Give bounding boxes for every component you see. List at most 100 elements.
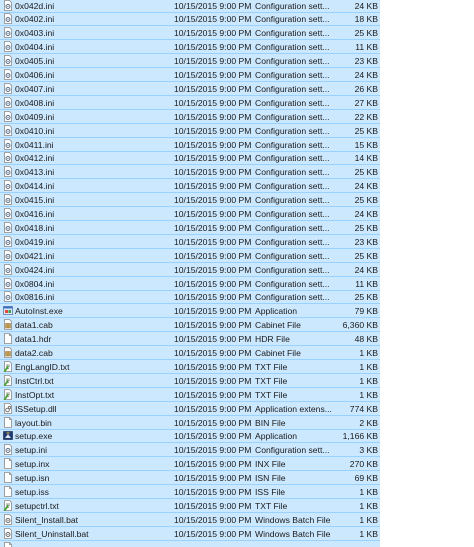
date-modified: 10/15/2015 9:00 PM xyxy=(174,348,252,358)
file-type: Configuration sett... xyxy=(255,209,330,219)
file-name: InstOpt.txt xyxy=(15,389,55,400)
file-row[interactable]: setup.exe 10/15/2015 9:00 PM Application 1,… xyxy=(0,430,382,444)
file-name: ISSetup.dll xyxy=(15,403,57,414)
file-size: 14 KB xyxy=(354,153,378,164)
file-type: Cabinet File xyxy=(255,348,301,358)
date-modified: 10/15/2015 9:00 PM xyxy=(174,167,252,178)
date-modified: 10/15/2015 9:00 PM xyxy=(174,83,252,94)
file-row[interactable]: setup.isn 10/15/2015 9:00 PM ISN File 69 KB xyxy=(0,472,382,486)
date-modified: 10/15/2015 9:00 PM xyxy=(174,264,252,275)
txt-file-icon xyxy=(3,360,13,374)
ini-settings-icon xyxy=(3,208,13,221)
file-row[interactable]: 0x0816.ini 10/15/2015 9:00 PM Configuratio… xyxy=(0,291,382,305)
file-type: Configuration sett... xyxy=(255,0,330,11)
file-row[interactable]: data1.hdr 10/15/2015 9:00 PM HDR File 48 KB xyxy=(0,333,382,347)
file-row[interactable]: layout.bin 10/15/2015 9:00 PM BIN File 2 KB xyxy=(0,416,382,430)
file-size: 24 KB xyxy=(354,264,378,275)
file-row[interactable]: 0x0405.ini 10/15/2015 9:00 PM Configuratio… xyxy=(0,55,382,69)
file-row[interactable]: InstOpt.txt 10/15/2015 9:00 PM TXT File 1 K… xyxy=(0,388,382,402)
file-type: Configuration sett... xyxy=(255,264,330,275)
file-size: 23 KB xyxy=(354,236,378,247)
file-row[interactable]: setup.inx 10/15/2015 9:00 PM INX File 270 K… xyxy=(0,458,382,472)
file-row[interactable]: 0x0410.ini 10/15/2015 9:00 PM Configuratio… xyxy=(0,124,382,138)
file-row[interactable]: 0x0414.ini 10/15/2015 9:00 PM Configuratio… xyxy=(0,180,382,194)
file-type: Configuration sett... xyxy=(255,445,330,456)
ini-settings-icon xyxy=(3,13,13,26)
file-row[interactable]: setup.ini 10/15/2015 9:00 PM Configuration… xyxy=(0,444,382,458)
date-modified: 10/15/2015 9:00 PM xyxy=(174,28,252,39)
file-type: Configuration sett... xyxy=(255,139,330,150)
blank-file-icon xyxy=(3,486,13,499)
file-type: Configuration sett... xyxy=(255,14,330,25)
file-row[interactable]: 0x0412.ini 10/15/2015 9:00 PM Configuratio… xyxy=(0,152,382,166)
date-modified: 10/15/2015 9:00 PM xyxy=(174,14,252,25)
blank-file-icon xyxy=(3,333,13,346)
file-row[interactable]: 0x0413.ini 10/15/2015 9:00 PM Configuratio… xyxy=(0,166,382,180)
file-row[interactable]: setupctrl.txt 10/15/2015 9:00 PM TXT File 1… xyxy=(0,499,382,513)
file-row[interactable]: setup.iss 10/15/2015 9:00 PM ISS File 1 KB xyxy=(0,486,382,499)
date-modified: 10/15/2015 9:00 PM xyxy=(174,403,252,414)
file-row[interactable]: 0x042d.ini 10/15/2015 9:00 PM Configuratio… xyxy=(0,0,382,13)
ini-settings-icon xyxy=(3,152,13,165)
file-name: 0x0403.ini xyxy=(15,28,55,39)
date-modified: 10/15/2015 9:00 PM xyxy=(174,250,252,261)
file-row[interactable]: 0x0421.ini 10/15/2015 9:00 PM Configuratio… xyxy=(0,249,382,263)
date-modified: 10/15/2015 9:00 PM xyxy=(174,42,252,53)
file-name: 0x0411.ini xyxy=(15,139,54,150)
file-row[interactable]: 0x0407.ini 10/15/2015 9:00 PM Configuratio… xyxy=(0,82,382,96)
file-size: 3 KB xyxy=(359,445,378,456)
setup-exe-icon xyxy=(3,430,13,443)
file-row[interactable]: 0x0402.ini 10/15/2015 9:00 PM Configuratio… xyxy=(0,13,382,27)
file-name: 0x0424.ini xyxy=(15,264,55,275)
file-row[interactable]: 0x0408.ini 10/15/2015 9:00 PM Configuratio… xyxy=(0,96,382,110)
file-row[interactable]: 0x0804.ini 10/15/2015 9:00 PM Configuratio… xyxy=(0,277,382,291)
file-type: TXT File xyxy=(255,389,288,400)
file-row[interactable]: 0x0416.ini 10/15/2015 9:00 PM Configuratio… xyxy=(0,208,382,221)
file-row[interactable]: 0x0403.ini 10/15/2015 9:00 PM Configuratio… xyxy=(0,27,382,41)
file-row[interactable]: 0x0424.ini 10/15/2015 9:00 PM Configuratio… xyxy=(0,263,382,277)
file-name: data1.hdr xyxy=(15,334,52,345)
file-row[interactable]: 0x0409.ini 10/15/2015 9:00 PM Configuratio… xyxy=(0,110,382,124)
file-name: 0x0412.ini xyxy=(15,153,55,164)
file-row[interactable]: 0x0404.ini 10/15/2015 9:00 PM Configuratio… xyxy=(0,41,382,55)
file-size: 25 KB xyxy=(354,28,378,39)
ini-settings-icon xyxy=(3,263,13,277)
ini-settings-icon xyxy=(3,444,13,457)
file-size: 48 KB xyxy=(354,334,378,345)
ini-settings-icon xyxy=(3,0,13,13)
file-type: Configuration sett... xyxy=(255,292,330,303)
ini-settings-icon xyxy=(3,221,13,235)
file-row[interactable] xyxy=(0,541,382,547)
file-name: 0x0419.ini xyxy=(15,236,55,247)
file-row[interactable]: Silent_Install.bat 10/15/2015 9:00 PM Wind… xyxy=(0,513,382,527)
file-type: Configuration sett... xyxy=(255,28,330,39)
file-row[interactable]: Silent_Uninstall.bat 10/15/2015 9:00 PM Wi… xyxy=(0,527,382,541)
file-size: 27 KB xyxy=(354,97,378,108)
file-size: 22 KB xyxy=(354,111,378,122)
file-row[interactable]: ISSetup.dll 10/15/2015 9:00 PM Application… xyxy=(0,402,382,416)
file-name: 0x0416.ini xyxy=(15,209,55,219)
file-name: 0x0404.ini xyxy=(15,42,55,53)
file-row[interactable]: EngLangID.txt 10/15/2015 9:00 PM TXT File 1… xyxy=(0,360,382,374)
file-type: Configuration sett... xyxy=(255,125,330,136)
file-name: setup.ini xyxy=(15,445,48,456)
file-row[interactable]: AutoInst.exe 10/15/2015 9:00 PM Applicatio… xyxy=(0,305,382,319)
file-name: 0x0804.ini xyxy=(15,278,55,289)
file-list[interactable]: 0x042d.ini 10/15/2015 9:00 PM Configuratio… xyxy=(0,0,382,547)
date-modified: 10/15/2015 9:00 PM xyxy=(174,487,252,497)
file-size: 1 KB xyxy=(359,361,378,372)
file-name: InstCtrl.txt xyxy=(15,375,54,386)
file-row[interactable]: 0x0406.ini 10/15/2015 9:00 PM Configuratio… xyxy=(0,69,382,82)
file-row[interactable]: InstCtrl.txt 10/15/2015 9:00 PM TXT File 1 … xyxy=(0,374,382,388)
file-size xyxy=(335,542,378,547)
file-row[interactable]: data1.cab 10/15/2015 9:00 PM Cabinet File 6… xyxy=(0,319,382,333)
file-row[interactable]: data2.cab 10/15/2015 9:00 PM Cabinet File 1… xyxy=(0,347,382,360)
txt-file-icon xyxy=(3,374,13,388)
file-row[interactable]: 0x0419.ini 10/15/2015 9:00 PM Configuratio… xyxy=(0,235,382,249)
file-size: 24 KB xyxy=(354,181,378,192)
file-row[interactable]: 0x0411.ini 10/15/2015 9:00 PM Configuratio… xyxy=(0,138,382,152)
file-row[interactable]: 0x0418.ini 10/15/2015 9:00 PM Configuratio… xyxy=(0,221,382,235)
date-modified: 10/15/2015 9:00 PM xyxy=(174,375,252,386)
file-row[interactable]: 0x0415.ini 10/15/2015 9:00 PM Configuratio… xyxy=(0,194,382,208)
file-size: 69 KB xyxy=(354,473,378,484)
